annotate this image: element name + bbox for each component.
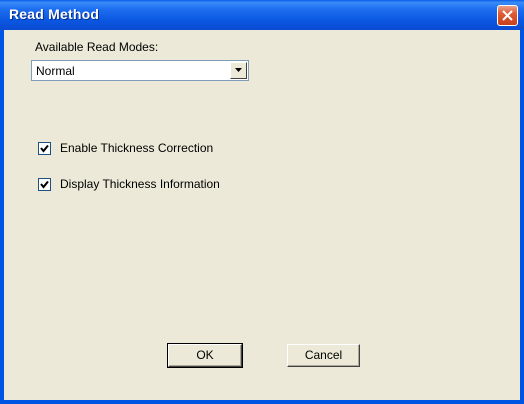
checkmark-icon bbox=[40, 144, 49, 153]
cancel-button[interactable]: Cancel bbox=[287, 344, 360, 367]
chevron-down-icon bbox=[235, 68, 242, 72]
read-modes-label: Available Read Modes: bbox=[35, 40, 159, 54]
title-bar[interactable]: Read Method bbox=[0, 0, 524, 30]
checkmark-icon bbox=[40, 180, 49, 189]
thickness-information-label[interactable]: Display Thickness Information bbox=[60, 177, 220, 191]
thickness-information-checkbox[interactable] bbox=[38, 178, 51, 191]
thickness-correction-checkbox[interactable] bbox=[38, 142, 51, 155]
close-button[interactable] bbox=[497, 5, 518, 26]
dialog-body bbox=[4, 30, 520, 400]
ok-button[interactable]: OK bbox=[167, 343, 243, 368]
window-title: Read Method bbox=[9, 6, 100, 22]
thickness-correction-label[interactable]: Enable Thickness Correction bbox=[60, 141, 213, 155]
read-mode-select[interactable]: Normal bbox=[31, 60, 249, 81]
read-method-dialog: Read Method Available Read Modes: Normal… bbox=[0, 0, 524, 404]
read-mode-dropdown-button[interactable] bbox=[230, 62, 247, 79]
read-mode-selected-value: Normal bbox=[36, 64, 75, 78]
close-icon bbox=[502, 10, 513, 21]
